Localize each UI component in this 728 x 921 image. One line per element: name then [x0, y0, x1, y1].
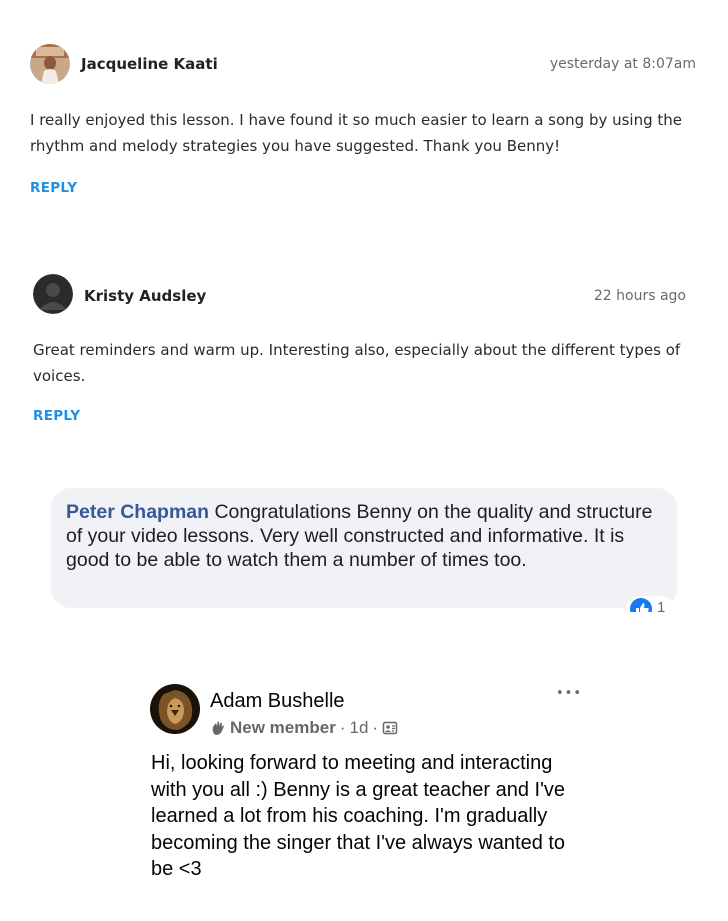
facebook-comment: Peter Chapman Congratulations Benny on t…	[51, 488, 677, 608]
post-author[interactable]: Adam Bushelle	[210, 690, 345, 713]
post-text: Hi, looking forward to meeting and inter…	[151, 752, 566, 880]
like-reaction-icon	[626, 596, 674, 612]
post-timestamp[interactable]: 1d	[350, 718, 369, 738]
comment-text: I really enjoyed this lesson. I have fou…	[30, 111, 683, 155]
reply-button[interactable]: REPLY	[33, 408, 80, 424]
user-photo-icon	[30, 44, 70, 84]
reply-button[interactable]: REPLY	[30, 180, 77, 196]
avatar[interactable]	[30, 44, 70, 84]
default-user-icon	[33, 274, 73, 314]
comment-text: Great reminders and warm up. Interesting…	[33, 341, 681, 385]
more-options-icon[interactable]: •••	[556, 686, 582, 701]
lion-profile-icon	[150, 684, 200, 734]
comment-1: Jacqueline Kaati yesterday at 8:07am I r…	[0, 0, 728, 220]
comment-author-link[interactable]: Peter Chapman	[66, 501, 209, 523]
meta-separator: ·	[372, 718, 379, 737]
comment-author[interactable]: Jacqueline Kaati	[81, 55, 218, 73]
reaction-badge[interactable]: 1	[626, 596, 674, 612]
group-audience-icon[interactable]	[382, 720, 398, 736]
comment-timestamp[interactable]: 22 hours ago	[594, 288, 686, 304]
waving-hand-icon	[212, 721, 224, 735]
member-badge[interactable]: New member	[230, 718, 336, 738]
group-post: Adam Bushelle New member · 1d · ••• Hi, …	[140, 672, 600, 912]
like-count: 1	[657, 599, 666, 612]
comment-timestamp[interactable]: yesterday at 8:07am	[550, 56, 696, 72]
avatar[interactable]	[150, 684, 200, 734]
post-meta: New member · 1d ·	[210, 718, 398, 738]
meta-separator: ·	[339, 718, 346, 737]
avatar[interactable]	[33, 274, 73, 314]
comment-author[interactable]: Kristy Audsley	[84, 287, 206, 305]
comment-2: Kristy Audsley 22 hours ago Great remind…	[0, 260, 728, 440]
